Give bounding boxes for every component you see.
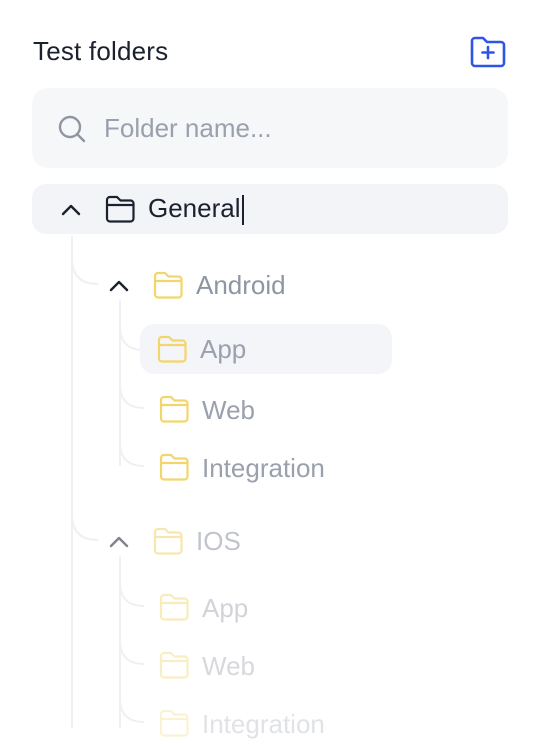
folder-name-editor[interactable]: General bbox=[148, 193, 244, 226]
chevron-up-icon[interactable] bbox=[108, 275, 130, 295]
folder-label: Android bbox=[196, 270, 286, 300]
folder-tree: General Android App Web Integration IOS … bbox=[0, 0, 540, 739]
folder-label: App bbox=[200, 334, 247, 364]
folder-label: Integration bbox=[202, 709, 325, 739]
tree-row-android-web[interactable]: Web bbox=[142, 386, 392, 430]
text-cursor bbox=[241, 195, 244, 226]
folder-label: App bbox=[202, 593, 249, 623]
folder-icon bbox=[105, 195, 135, 223]
folder-icon bbox=[159, 651, 189, 679]
folder-icon bbox=[159, 709, 189, 737]
chevron-up-icon[interactable] bbox=[108, 531, 130, 551]
folder-label: IOS bbox=[196, 526, 241, 556]
tree-row-ios-integration[interactable]: Integration bbox=[142, 700, 392, 744]
tree-row-ios-web[interactable]: Web bbox=[142, 642, 392, 686]
folder-label: Web bbox=[202, 395, 255, 425]
tree-row-ios[interactable]: IOS bbox=[108, 518, 368, 562]
folder-label: Web bbox=[202, 651, 255, 681]
tree-row-ios-app[interactable]: App bbox=[142, 584, 392, 628]
folder-icon bbox=[159, 453, 189, 481]
folder-icon bbox=[153, 527, 183, 555]
tree-row-android[interactable]: Android bbox=[108, 262, 368, 306]
folder-label: Integration bbox=[202, 453, 325, 483]
chevron-up-icon[interactable] bbox=[60, 199, 82, 219]
folder-icon bbox=[157, 335, 187, 363]
folder-icon bbox=[153, 271, 183, 299]
folder-icon bbox=[159, 395, 189, 423]
tree-row-general[interactable]: General bbox=[32, 184, 508, 234]
tree-row-android-app[interactable]: App bbox=[140, 324, 392, 374]
folder-icon bbox=[159, 593, 189, 621]
tree-row-android-integration[interactable]: Integration bbox=[142, 444, 392, 488]
